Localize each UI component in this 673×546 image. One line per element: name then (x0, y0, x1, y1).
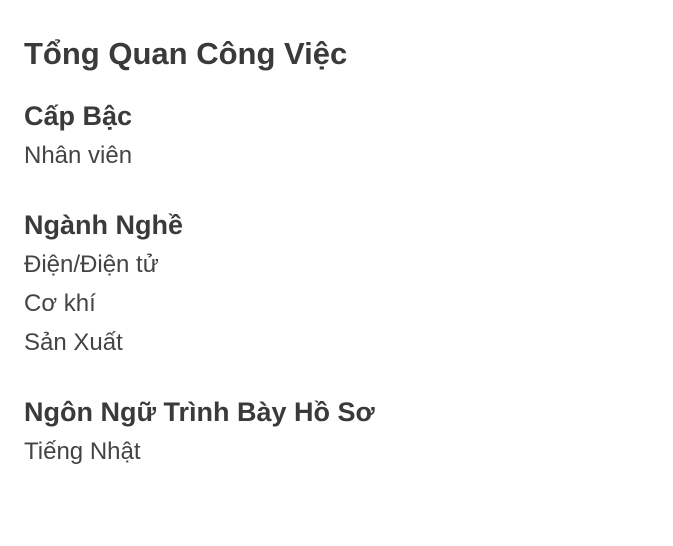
section-heading-industry: Ngành Nghề (24, 210, 183, 240)
section-heading-resume-language: Ngôn Ngữ Trình Bày Hồ Sơ (24, 397, 375, 427)
list-item: Sản Xuất (24, 329, 123, 356)
section-job-level: Cấp Bậc Nhân viên (24, 96, 649, 175)
list-item: Cơ khí (24, 290, 96, 317)
list-item: Điện/Điện tử (24, 251, 159, 278)
section-industry: Ngành Nghề Điện/Điện tử Cơ khí Sản Xuất (24, 205, 649, 362)
section-resume-language: Ngôn Ngữ Trình Bày Hồ Sơ Tiếng Nhật (24, 392, 649, 471)
section-heading-job-level: Cấp Bậc (24, 101, 133, 131)
list-item: Tiếng Nhật (24, 438, 141, 465)
job-level-list: Nhân viên (24, 136, 649, 175)
industry-list: Điện/Điện tử Cơ khí Sản Xuất (24, 245, 649, 362)
job-overview-panel: Tổng Quan Công Việc Cấp Bậc Nhân viên Ng… (0, 0, 673, 546)
page-title: Tổng Quan Công Việc (24, 36, 348, 71)
resume-language-list: Tiếng Nhật (24, 432, 649, 471)
list-item: Nhân viên (24, 142, 133, 169)
